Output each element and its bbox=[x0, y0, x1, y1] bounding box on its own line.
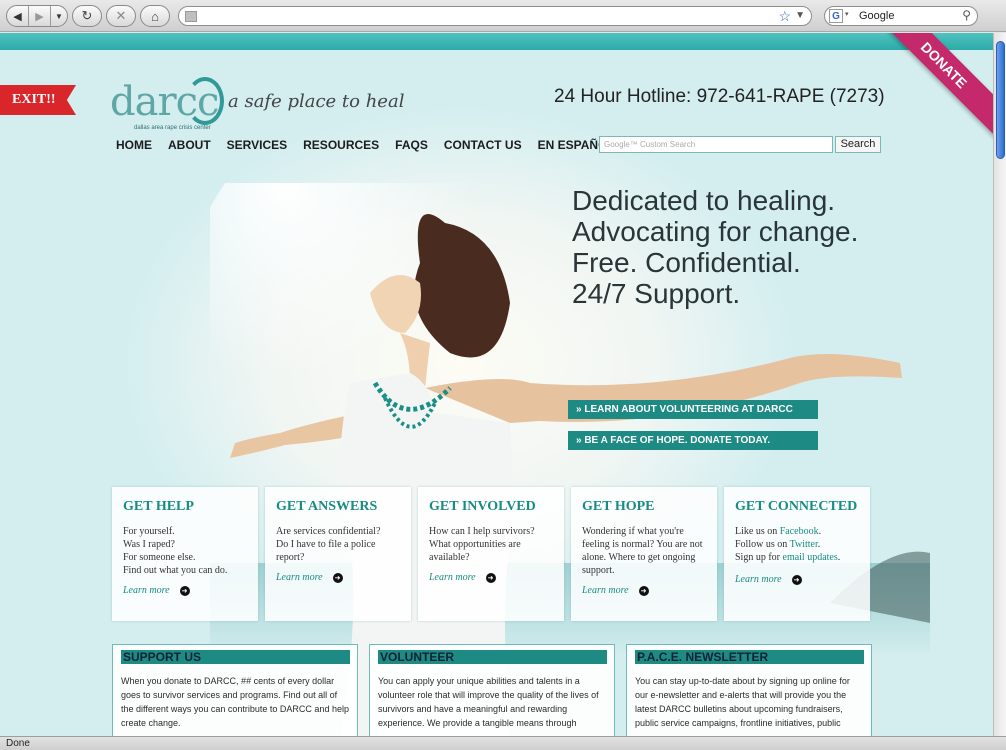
card-text: How can I help survivors? What opportuni… bbox=[429, 526, 535, 563]
nav-home[interactable]: HOME bbox=[116, 138, 152, 152]
logo-ring bbox=[186, 77, 224, 125]
panel-volunteer: VOLUNTEER You can apply your unique abil… bbox=[369, 644, 615, 736]
card-get-connected: GET CONNECTED Like us on Facebook. Follo… bbox=[724, 487, 870, 621]
darcc-logo[interactable]: darcc dallas area rape crisis center bbox=[110, 77, 224, 131]
scrollbar-thumb[interactable] bbox=[996, 41, 1005, 159]
site-search-input[interactable]: Google™ Custom Search bbox=[599, 136, 833, 153]
logo-subtext: dallas area rape crisis center bbox=[134, 125, 211, 131]
history-dropdown-icon[interactable]: ▼ bbox=[51, 6, 67, 26]
forward-button[interactable]: ▶ bbox=[29, 6, 51, 26]
panel-pace-newsletter: P.A.C.E. NEWSLETTER You can stay up-to-d… bbox=[626, 644, 872, 736]
twitter-link[interactable]: Twitter bbox=[790, 539, 818, 550]
hero-headline: Dedicated to healing. Advocating for cha… bbox=[572, 185, 858, 309]
arrow-icon: ➜ bbox=[638, 585, 649, 596]
card-get-answers: GET ANSWERS Are services confidential? D… bbox=[265, 487, 411, 621]
facebook-link[interactable]: Facebook bbox=[780, 526, 819, 537]
panel-title[interactable]: SUPPORT US bbox=[121, 650, 350, 664]
panel-title[interactable]: VOLUNTEER bbox=[378, 650, 607, 664]
hero-line: Dedicated to healing. bbox=[572, 185, 836, 216]
search-icon[interactable]: ⚲ bbox=[962, 8, 971, 22]
tagline: a safe place to heal bbox=[228, 91, 405, 112]
search-engine-label: Google bbox=[859, 10, 895, 22]
card-get-involved: GET INVOLVED How can I help survivors? W… bbox=[418, 487, 564, 621]
hero-line: Free. Confidential. bbox=[572, 247, 801, 278]
page-viewport: DONATE EXIT!! darcc dallas area rape cri… bbox=[0, 33, 993, 736]
status-text: Done bbox=[6, 738, 30, 749]
card-get-help: GET HELP For yourself. Was I raped? For … bbox=[112, 487, 258, 621]
top-stripe bbox=[0, 33, 993, 50]
stop-button[interactable]: ✕ bbox=[106, 5, 136, 27]
learn-more-link[interactable]: Learn more ➜ bbox=[735, 574, 860, 585]
bookmark-star-icon[interactable]: ☆ bbox=[778, 8, 791, 25]
arrow-icon: ➜ bbox=[179, 585, 190, 596]
panel-support-us: SUPPORT US When you donate to DARCC, ## … bbox=[112, 644, 358, 736]
panel-text: You can stay up-to-date about by signing… bbox=[635, 676, 850, 728]
nav-about[interactable]: ABOUT bbox=[168, 138, 211, 152]
home-button[interactable]: ⌂ bbox=[140, 5, 170, 27]
card-text: Are services confidential? Do I have to … bbox=[276, 526, 381, 563]
url-bar[interactable]: ☆ ▼ bbox=[178, 6, 812, 26]
card-title: GET CONNECTED bbox=[735, 499, 858, 514]
hero-line: 24/7 Support. bbox=[572, 278, 741, 309]
hero-line: Advocating for change. bbox=[572, 216, 859, 247]
learn-more-link[interactable]: Learn more ➜ bbox=[429, 572, 554, 583]
exit-label: EXIT!! bbox=[12, 92, 56, 107]
arrow-icon: ➜ bbox=[332, 572, 343, 583]
reload-button[interactable]: ↻ bbox=[72, 5, 102, 27]
learn-more-link[interactable]: Learn more ➜ bbox=[123, 585, 248, 596]
google-icon[interactable]: G bbox=[829, 9, 843, 23]
panel-title[interactable]: P.A.C.E. NEWSLETTER bbox=[635, 650, 864, 664]
panel-text: You can apply your unique abilities and … bbox=[378, 676, 599, 728]
card-text: For yourself. Was I raped? For someone e… bbox=[123, 526, 228, 576]
url-dropdown-icon[interactable]: ▼ bbox=[795, 10, 805, 21]
hotline: 24 Hour Hotline: 972-641-RAPE (7273) bbox=[554, 86, 885, 107]
status-bar: Done bbox=[0, 736, 1006, 750]
email-updates-link[interactable]: email updates bbox=[783, 552, 838, 563]
arrow-icon: ➜ bbox=[791, 574, 802, 585]
learn-more-link[interactable]: Learn more ➜ bbox=[276, 572, 401, 583]
card-text: Like us on Facebook. Follow us on Twitte… bbox=[735, 526, 841, 563]
donate-cta-button[interactable]: » BE A FACE OF HOPE. DONATE TODAY. bbox=[568, 431, 818, 450]
vertical-scrollbar[interactable] bbox=[993, 33, 1006, 736]
browser-toolbar: ◀ ▶ ▼ ↻ ✕ ⌂ ☆ ▼ G ▾ Google ⚲ bbox=[0, 0, 1006, 32]
card-text: Wondering if what you're feeling is norm… bbox=[582, 526, 703, 576]
panel-text: When you donate to DARCC, ## cents of ev… bbox=[121, 676, 349, 728]
card-title: GET HOPE bbox=[582, 499, 655, 514]
back-button[interactable]: ◀ bbox=[7, 6, 29, 26]
site-identity-icon[interactable] bbox=[185, 11, 197, 22]
nav-resources[interactable]: RESOURCES bbox=[303, 138, 379, 152]
card-get-hope: GET HOPE Wondering if what you're feelin… bbox=[571, 487, 717, 621]
nav-contact-us[interactable]: CONTACT US bbox=[444, 138, 522, 152]
arrow-icon: ➜ bbox=[485, 572, 496, 583]
card-title: GET HELP bbox=[123, 499, 194, 514]
browser-search-field[interactable]: G ▾ Google ⚲ bbox=[824, 6, 978, 26]
volunteer-cta-button[interactable]: » LEARN ABOUT VOLUNTEERING AT DARCC bbox=[568, 400, 818, 419]
site-search-button[interactable]: Search bbox=[835, 136, 881, 153]
engine-dropdown-icon[interactable]: ▾ bbox=[845, 10, 849, 18]
card-title: GET ANSWERS bbox=[276, 499, 378, 514]
nav-faqs[interactable]: FAQS bbox=[395, 138, 428, 152]
nav-services[interactable]: SERVICES bbox=[227, 138, 287, 152]
main-nav: HOME ABOUT SERVICES RESOURCES FAQS CONTA… bbox=[116, 138, 631, 152]
card-title: GET INVOLVED bbox=[429, 499, 536, 514]
back-forward-group: ◀ ▶ ▼ bbox=[6, 5, 68, 27]
learn-more-link[interactable]: Learn more ➜ bbox=[582, 585, 707, 596]
exit-button[interactable]: EXIT!! bbox=[0, 85, 76, 115]
